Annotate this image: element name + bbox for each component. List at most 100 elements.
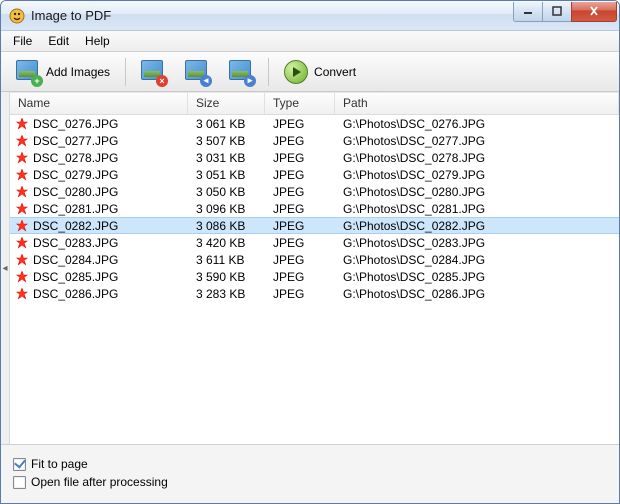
file-size: 3 061 KB (188, 117, 265, 131)
table-row[interactable]: DSC_0283.JPG 3 420 KBJPEGG:\Photos\DSC_02… (10, 234, 619, 251)
column-type[interactable]: Type (265, 93, 335, 114)
file-type: JPEG (265, 151, 335, 165)
file-icon (14, 202, 30, 216)
table-row[interactable]: DSC_0277.JPG 3 507 KBJPEGG:\Photos\DSC_02… (10, 132, 619, 149)
menubar: File Edit Help (1, 31, 619, 52)
file-name: DSC_0280.JPG (33, 185, 118, 199)
table-row[interactable]: DSC_0281.JPG 3 096 KBJPEGG:\Photos\DSC_02… (10, 200, 619, 217)
add-images-label: Add Images (46, 65, 110, 79)
file-type: JPEG (265, 185, 335, 199)
toolbar-separator (268, 58, 269, 86)
file-type: JPEG (265, 202, 335, 216)
open-after-label: Open file after processing (31, 475, 168, 489)
app-icon (9, 8, 25, 24)
file-list: Name Size Type Path DSC_0276.JPG3 061 KB… (10, 92, 619, 444)
table-row[interactable]: DSC_0285.JPG 3 590 KBJPEGG:\Photos\DSC_02… (10, 268, 619, 285)
titlebar[interactable]: Image to PDF (1, 1, 619, 31)
file-size: 3 611 KB (188, 253, 265, 267)
file-name: DSC_0283.JPG (33, 236, 118, 250)
column-path[interactable]: Path (335, 93, 619, 114)
file-name: DSC_0282.JPG (33, 219, 118, 233)
file-path: G:\Photos\DSC_0285.JPG (335, 270, 619, 284)
file-icon (14, 236, 30, 250)
menu-help[interactable]: Help (77, 32, 118, 50)
file-name: DSC_0286.JPG (33, 287, 118, 301)
file-path: G:\Photos\DSC_0283.JPG (335, 236, 619, 250)
file-path: G:\Photos\DSC_0282.JPG (335, 219, 619, 233)
table-row[interactable]: DSC_0284.JPG 3 611 KBJPEGG:\Photos\DSC_02… (10, 251, 619, 268)
file-type: JPEG (265, 253, 335, 267)
minimize-button[interactable] (513, 2, 543, 22)
side-grip[interactable]: ◂ (1, 92, 10, 444)
fit-to-page-checkbox[interactable] (13, 458, 26, 471)
file-size: 3 051 KB (188, 168, 265, 182)
file-size: 3 283 KB (188, 287, 265, 301)
file-icon (14, 151, 30, 165)
file-icon (14, 287, 30, 301)
close-button[interactable] (571, 2, 617, 22)
table-row[interactable]: DSC_0280.JPG 3 050 KBJPEGG:\Photos\DSC_02… (10, 183, 619, 200)
file-type: JPEG (265, 219, 335, 233)
file-icon (14, 253, 30, 267)
table-row[interactable]: DSC_0279.JPG 3 051 KBJPEGG:\Photos\DSC_02… (10, 166, 619, 183)
file-type: JPEG (265, 168, 335, 182)
file-size: 3 096 KB (188, 202, 265, 216)
add-images-button[interactable]: + Add Images (9, 56, 117, 88)
file-type: JPEG (265, 270, 335, 284)
play-icon (284, 60, 308, 84)
table-row[interactable]: DSC_0282.JPG 3 086 KBJPEGG:\Photos\DSC_02… (10, 217, 619, 234)
convert-label: Convert (314, 65, 356, 79)
window-title: Image to PDF (31, 8, 514, 23)
table-row[interactable]: DSC_0286.JPG 3 283 KBJPEGG:\Photos\DSC_02… (10, 285, 619, 302)
file-size: 3 590 KB (188, 270, 265, 284)
window-controls (514, 2, 617, 22)
file-name: DSC_0285.JPG (33, 270, 118, 284)
column-size[interactable]: Size (188, 93, 265, 114)
toolbar-separator (125, 58, 126, 86)
file-path: G:\Photos\DSC_0278.JPG (335, 151, 619, 165)
list-rows: DSC_0276.JPG3 061 KBJPEGG:\Photos\DSC_02… (10, 115, 619, 302)
toolbar: + Add Images × ◂ ▸ Convert (1, 52, 619, 92)
table-row[interactable]: DSC_0276.JPG3 061 KBJPEGG:\Photos\DSC_02… (10, 115, 619, 132)
bottom-panel: Fit to page Open file after processing (1, 444, 619, 503)
file-type: JPEG (265, 287, 335, 301)
convert-button[interactable]: Convert (277, 56, 363, 88)
menu-edit[interactable]: Edit (40, 32, 77, 50)
file-path: G:\Photos\DSC_0280.JPG (335, 185, 619, 199)
menu-file[interactable]: File (5, 32, 40, 50)
list-header: Name Size Type Path (10, 93, 619, 115)
table-row[interactable]: DSC_0278.JPG3 031 KBJPEGG:\Photos\DSC_02… (10, 149, 619, 166)
file-path: G:\Photos\DSC_0276.JPG (335, 117, 619, 131)
file-path: G:\Photos\DSC_0277.JPG (335, 134, 619, 148)
move-left-button[interactable]: ◂ (178, 56, 216, 88)
remove-image-button[interactable]: × (134, 56, 172, 88)
file-size: 3 086 KB (188, 219, 265, 233)
file-icon (14, 168, 30, 182)
file-type: JPEG (265, 117, 335, 131)
content-area: ◂ Name Size Type Path DSC_0276.JPG3 061 … (1, 92, 619, 444)
file-type: JPEG (265, 134, 335, 148)
file-name: DSC_0284.JPG (33, 253, 118, 267)
app-window: Image to PDF File Edit Help + Add Images… (0, 0, 620, 504)
file-name: DSC_0281.JPG (33, 202, 118, 216)
file-size: 3 031 KB (188, 151, 265, 165)
file-name: DSC_0279.JPG (33, 168, 118, 182)
file-name: DSC_0277.JPG (33, 134, 118, 148)
file-path: G:\Photos\DSC_0286.JPG (335, 287, 619, 301)
fit-to-page-label: Fit to page (31, 457, 88, 471)
file-type: JPEG (265, 236, 335, 250)
column-name[interactable]: Name (10, 93, 188, 114)
move-right-button[interactable]: ▸ (222, 56, 260, 88)
file-size: 3 420 KB (188, 236, 265, 250)
file-path: G:\Photos\DSC_0281.JPG (335, 202, 619, 216)
file-size: 3 507 KB (188, 134, 265, 148)
file-path: G:\Photos\DSC_0279.JPG (335, 168, 619, 182)
file-path: G:\Photos\DSC_0284.JPG (335, 253, 619, 267)
open-after-option[interactable]: Open file after processing (13, 475, 607, 489)
file-icon (14, 185, 30, 199)
maximize-button[interactable] (542, 2, 572, 22)
fit-to-page-option[interactable]: Fit to page (13, 457, 607, 471)
file-size: 3 050 KB (188, 185, 265, 199)
file-icon (14, 134, 30, 148)
open-after-checkbox[interactable] (13, 476, 26, 489)
